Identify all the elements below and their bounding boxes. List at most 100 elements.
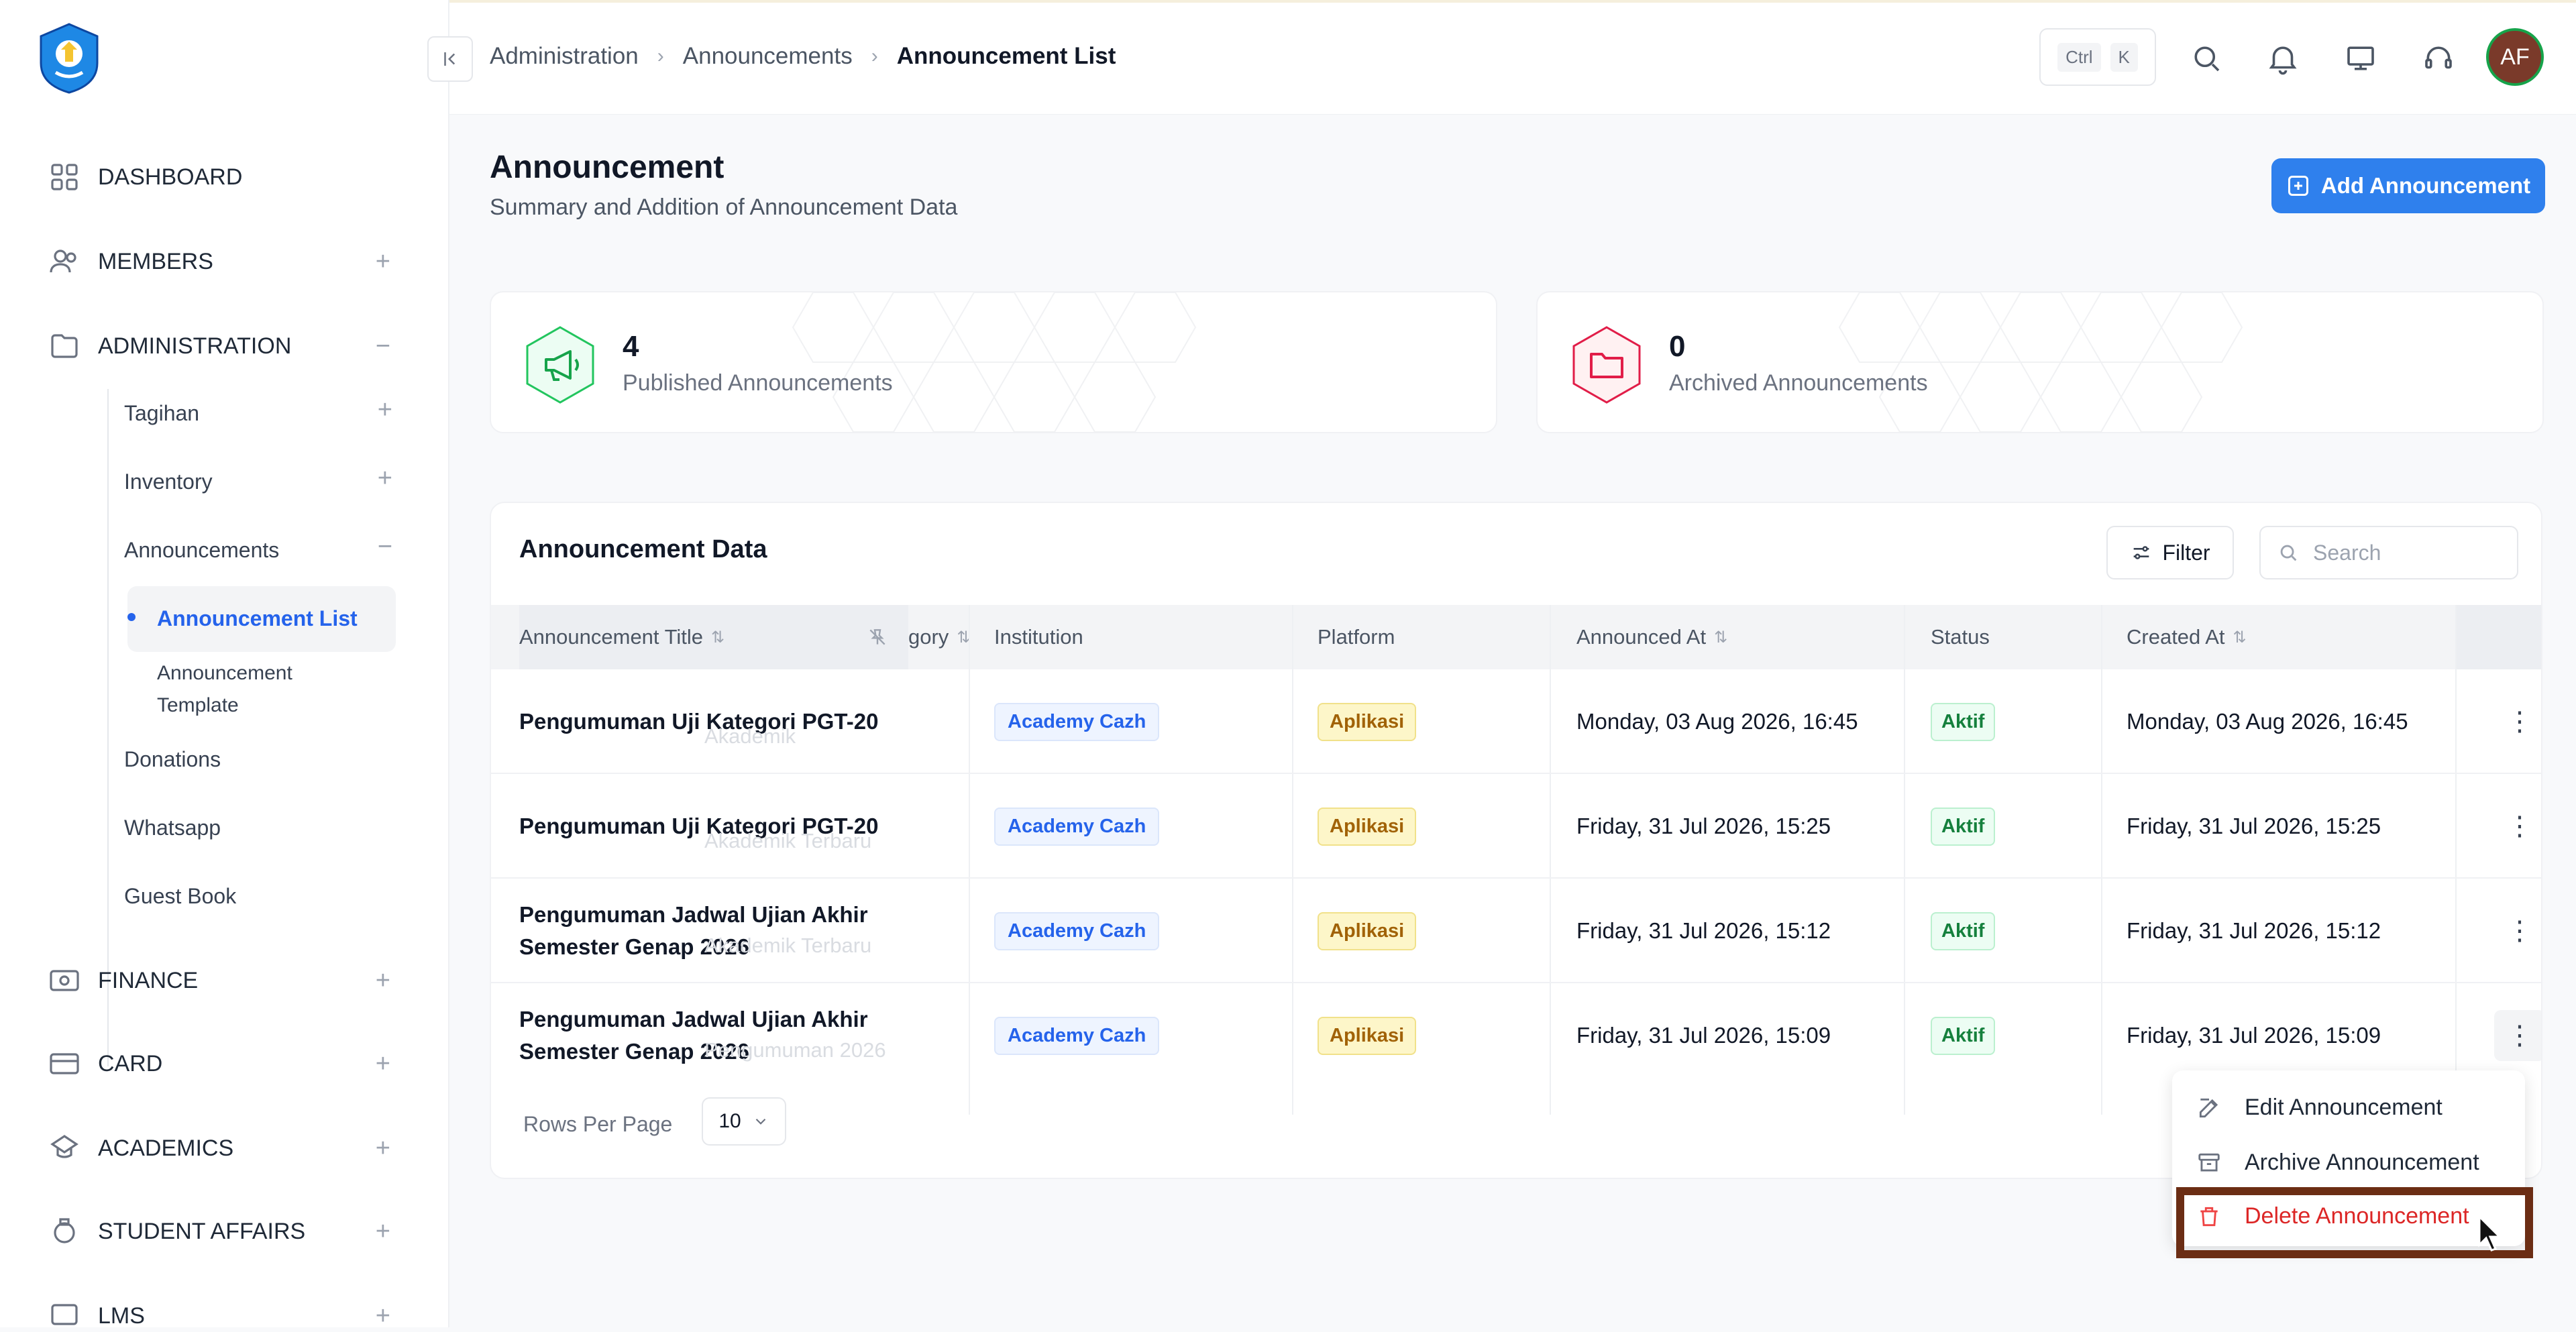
breadcrumb: Administration › Announcements › Announc… [490, 43, 1116, 70]
add-announcement-button[interactable]: Add Announcement [2271, 158, 2545, 213]
expand-icon[interactable]: + [376, 1217, 390, 1246]
folder-icon [1572, 326, 1641, 404]
sidebar-subitem-announcements[interactable]: Announcements − [124, 533, 392, 563]
announced-at: Monday, 03 Aug 2026, 16:45 [1576, 709, 1858, 734]
card-icon [50, 1053, 79, 1074]
sidebar-subitem-inventory[interactable]: Inventory + [124, 464, 392, 494]
collapse-icon[interactable]: − [376, 332, 390, 361]
table-heading: Announcement Data [519, 535, 767, 563]
menu-item-label: Archive Announcement [2245, 1150, 2479, 1175]
column-header-announced-at[interactable]: Announced At ⇅ [1576, 605, 1727, 669]
hexagon-pattern [1838, 292, 2243, 432]
row-actions-button[interactable]: ⋮ [2494, 696, 2541, 747]
sidebar-item-finance[interactable]: FINANCE + [48, 964, 390, 997]
sidebar-item-dashboard[interactable]: DASHBOARD [48, 161, 390, 193]
column-header-label: Announcement Title [519, 625, 704, 649]
announcement-title: Pengumuman Jadwal Ujian Akhir Semester G… [519, 1007, 868, 1064]
filter-label: Filter [2162, 540, 2210, 565]
platform-badge: Aplikasi [1318, 807, 1417, 846]
command-palette-shortcut[interactable]: Ctrl K [2039, 28, 2156, 86]
table-row[interactable]: Pengumuman Uji Kategori PGT-20 Akademik … [491, 774, 2541, 879]
sidebar-subitem-whatsapp[interactable]: Whatsapp [124, 816, 392, 840]
rows-per-page-select[interactable]: 10 [702, 1097, 786, 1146]
published-count: 4 [623, 330, 639, 363]
add-announcement-label: Add Announcement [2320, 173, 2531, 198]
actions-header [2457, 605, 2541, 669]
subitem-label: Guest Book [124, 884, 237, 908]
headset-icon[interactable] [2420, 40, 2457, 76]
rows-per-page-label: Rows Per Page [523, 1112, 673, 1136]
column-header-title[interactable]: Announcement Title ⇅ [519, 605, 908, 669]
column-header-label: Announced At [1576, 625, 1707, 649]
expand-icon[interactable]: + [378, 464, 392, 493]
edit-announcement-item[interactable]: Edit Announcement [2196, 1095, 2443, 1121]
expand-icon[interactable]: + [376, 1050, 390, 1078]
sidebar-item-student-affairs[interactable]: STUDENT AFFAIRS + [48, 1215, 390, 1247]
column-header-institution[interactable]: Institution [994, 605, 1083, 669]
expand-icon[interactable]: + [378, 396, 392, 425]
delete-announcement-item[interactable]: Delete Announcement [2196, 1203, 2469, 1229]
status-badge: Aktif [1931, 1016, 1996, 1055]
mouse-cursor-icon [2478, 1215, 2502, 1252]
ghost-category: Akademik Terbaru [704, 829, 872, 852]
stat-card-published: 4 Published Announcements [490, 291, 1497, 433]
sidebar-item-label: STUDENT AFFAIRS [98, 1218, 306, 1244]
sidebar-item-academics[interactable]: ACADEMICS + [48, 1132, 390, 1164]
institution-logo[interactable] [36, 23, 103, 94]
active-dot [127, 613, 136, 621]
table-row[interactable]: Pengumuman Jadwal Ujian Akhir Semester G… [491, 879, 2541, 983]
page-title: Announcement [490, 150, 724, 185]
ghost-category: Pengumuman 2026 [704, 1038, 886, 1062]
column-header-created-at[interactable]: Created At ⇅ [2127, 605, 2247, 669]
unpin-icon[interactable] [867, 626, 888, 648]
subitem-label: Announcement List [157, 606, 358, 630]
menu-item-label: Delete Announcement [2245, 1203, 2469, 1229]
kbd-k: K [2110, 42, 2138, 72]
status-badge: Aktif [1931, 911, 1996, 950]
sidebar-subitem-guest-book[interactable]: Guest Book [124, 884, 392, 909]
user-avatar[interactable]: AF [2486, 28, 2544, 86]
breadcrumb-announcements[interactable]: Announcements [683, 43, 853, 70]
row-actions-button[interactable]: ⋮ [2494, 801, 2541, 852]
sidebar-subitem-announcement-list[interactable]: Announcement List [127, 586, 396, 652]
row-actions-menu: Edit Announcement Archive Announcement D… [2172, 1070, 2525, 1246]
expand-icon[interactable]: + [376, 1134, 390, 1163]
sidebar-collapse-button[interactable] [427, 36, 473, 82]
sidebar-subitem-announcement-template[interactable]: Announcement Template [157, 657, 358, 722]
monitor-icon[interactable] [2343, 40, 2379, 76]
table-header: Announcement Title ⇅ gory ⇅ Institution Pl… [491, 605, 2541, 669]
expand-icon[interactable]: + [376, 247, 390, 276]
filter-button[interactable]: Filter [2106, 526, 2234, 579]
institution-badge: Academy Cazh [994, 702, 1160, 741]
search-input[interactable] [2313, 540, 2501, 565]
sidebar-item-card[interactable]: CARD + [48, 1048, 390, 1080]
expand-icon[interactable]: + [376, 1302, 390, 1331]
column-header-platform[interactable]: Platform [1318, 605, 1395, 669]
announcement-title: Pengumuman Jadwal Ujian Akhir Semester G… [519, 902, 868, 959]
announcement-title: Pengumuman Uji Kategori PGT-20 [519, 709, 879, 734]
subitem-label: Donations [124, 747, 221, 771]
users-icon [50, 249, 76, 273]
collapse-icon[interactable]: − [378, 533, 392, 561]
breadcrumb-administration[interactable]: Administration [490, 43, 639, 70]
sliders-icon [2134, 546, 2149, 559]
table-search[interactable] [2259, 526, 2518, 579]
sidebar-subitem-tagihan[interactable]: Tagihan + [124, 396, 392, 426]
archive-announcement-item[interactable]: Archive Announcement [2196, 1150, 2479, 1176]
sidebar-subitem-donations[interactable]: Donations [124, 747, 392, 772]
sidebar-item-administration[interactable]: ADMINISTRATION − [48, 330, 390, 362]
column-header-status[interactable]: Status [1931, 605, 1990, 669]
row-actions-button[interactable]: ⋮ [2494, 1010, 2541, 1061]
column-header-label: Platform [1318, 625, 1395, 649]
trash-icon [2200, 1207, 2218, 1226]
institution-badge: Academy Cazh [994, 911, 1160, 950]
created-at: Friday, 31 Jul 2026, 15:12 [2127, 918, 2381, 943]
table-row[interactable]: Pengumuman Uji Kategori PGT-20 Akademik … [491, 669, 2541, 774]
sidebar-item-members[interactable]: MEMBERS + [48, 245, 390, 278]
bell-icon[interactable] [2265, 40, 2301, 76]
archive-icon [2198, 1153, 2220, 1172]
search-icon[interactable] [2188, 40, 2224, 76]
row-actions-button[interactable]: ⋮ [2494, 905, 2541, 956]
ghost-label: gory [908, 625, 949, 649]
expand-icon[interactable]: + [376, 966, 390, 995]
